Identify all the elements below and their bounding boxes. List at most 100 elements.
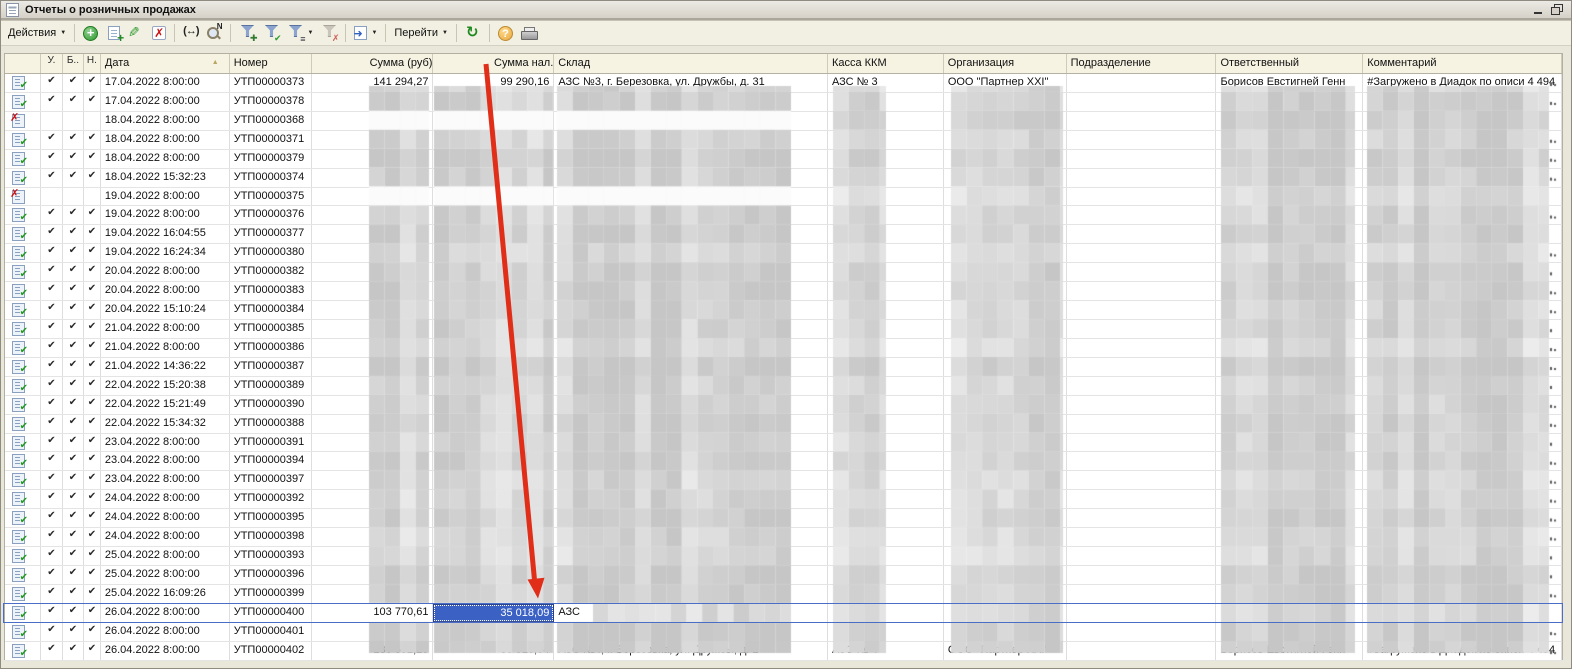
cell-b: ✔ (63, 339, 84, 357)
filter-history-button[interactable]: ≡▼ (283, 22, 317, 44)
cell-n: ✔ (84, 528, 101, 546)
minimize-button[interactable] (1533, 4, 1545, 15)
cell-comm[interactable] (1363, 604, 1562, 622)
column-header-sum[interactable]: Сумма (руб) (312, 54, 434, 73)
table-header-row: У. Б..Н.Дата▲ Номер Сумма (руб)Сумма нал.Ск… (5, 54, 1562, 74)
column-header-label: Номер (234, 57, 268, 69)
cell-org (944, 547, 1067, 565)
cell-icon: ✔ (5, 301, 41, 319)
table-row[interactable]: ✔✔✔✔25.04.2022 8:00:00УТП00000393 (5, 547, 1562, 566)
chevron-down-icon: ▼ (442, 30, 448, 36)
table-row[interactable]: ✔✔✔✔20.04.2022 8:00:00УТП00000382 (5, 263, 1562, 282)
cell-b: ✔ (63, 377, 84, 395)
add-button[interactable] (79, 22, 102, 44)
table-row[interactable]: ✔✔✔✔20.04.2022 8:00:00УТП00000383 (5, 282, 1562, 301)
table-row[interactable]: ✔✔✔✔18.04.2022 15:32:23УТП00000374 (5, 169, 1562, 188)
cell-date[interactable]: 26.04.2022 8:00:00 (101, 604, 230, 622)
table-row[interactable]: ✔✔✔✔17.04.2022 8:00:00УТП00000373141 294… (5, 74, 1562, 93)
column-header-resp[interactable]: Ответственный (1216, 54, 1363, 73)
column-header-num[interactable]: Номер (230, 54, 312, 73)
cell-sklad[interactable]: АЗС (554, 604, 828, 622)
column-header-kassa[interactable]: Касса ККМ (828, 54, 944, 73)
cell-resp (1216, 301, 1363, 319)
actions-menu-button[interactable]: Действия▼ (4, 22, 70, 44)
cell-org (944, 301, 1067, 319)
filter-off-button[interactable]: ✗ (317, 22, 341, 44)
cell-comm (1363, 282, 1562, 300)
table-row[interactable]: ✔✔✔✔23.04.2022 8:00:00УТП00000394 (5, 452, 1562, 471)
cell-org[interactable] (944, 604, 1067, 622)
cell-podr[interactable] (1067, 604, 1217, 622)
restore-button[interactable] (1551, 4, 1563, 15)
selected-cell[interactable]: 35 018,09 (433, 604, 554, 622)
column-header-sklad[interactable]: Склад (554, 54, 828, 73)
cell-n[interactable]: ✔ (84, 604, 101, 622)
table-row[interactable]: ✔✔✔✔22.04.2022 15:20:38УТП00000389 (5, 377, 1562, 396)
cell-sum[interactable]: 103 770,61 (312, 604, 434, 622)
goto-menu-button[interactable]: Перейти▼ (390, 22, 452, 44)
table-row[interactable]: ✔✔✔✔18.04.2022 8:00:00УТП00000379 (5, 150, 1562, 169)
cell-sklad (554, 206, 828, 224)
table-row[interactable]: ✔✔✔✔19.04.2022 8:00:00УТП00000376 (5, 206, 1562, 225)
table-row[interactable]: ✔✔✔✔18.04.2022 8:00:00УТП00000371 (5, 131, 1562, 150)
cell-icon[interactable]: ✔ (5, 604, 41, 622)
delete-button[interactable] (148, 22, 170, 44)
column-header-date[interactable]: Дата▲ (101, 54, 230, 73)
toolbar-separator (74, 24, 75, 42)
column-header-b[interactable]: Б.. (63, 54, 84, 73)
cell-kassa (828, 339, 944, 357)
column-header-u[interactable]: У. (41, 54, 63, 73)
column-header-label: У. (48, 55, 56, 66)
cell-sklad (554, 566, 828, 584)
table-row[interactable]: ✔✔✔✔17.04.2022 8:00:00УТП00000378 (5, 93, 1562, 112)
column-header-org[interactable]: Организация (944, 54, 1067, 73)
table-row[interactable]: ✔✔✔✔26.04.2022 8:00:00УТП00000401 (5, 623, 1562, 642)
table-row[interactable]: ✔✔✔✔25.04.2022 16:09:26УТП00000399 (5, 585, 1562, 604)
column-header-n[interactable]: Н. (84, 54, 101, 73)
column-header-podr[interactable]: Подразделение (1067, 54, 1217, 73)
table-row[interactable]: ✗19.04.2022 8:00:00УТП00000375 (5, 188, 1562, 207)
table-row[interactable]: ✔✔✔✔25.04.2022 8:00:00УТП00000396 (5, 566, 1562, 585)
column-header-comm[interactable]: Комментарий (1363, 54, 1562, 73)
cell-num: УТП00000397 (230, 471, 312, 489)
table-row[interactable]: ✔✔✔✔24.04.2022 8:00:00УТП00000398 (5, 528, 1562, 547)
doc-posted-icon: ✔ (12, 171, 25, 184)
table-row[interactable]: ✔✔✔✔21.04.2022 14:36:22УТП00000387 (5, 358, 1562, 377)
table-row[interactable]: ✔✔✔✔26.04.2022 8:00:00УТП00000400103 770… (5, 604, 1562, 623)
cell-comm (1363, 150, 1562, 168)
table-row[interactable]: ✔✔✔✔19.04.2022 16:04:55УТП00000377 (5, 225, 1562, 244)
table-row[interactable]: ✔✔✔✔22.04.2022 15:34:32УТП00000388 (5, 415, 1562, 434)
table-row[interactable]: ✔✔✔✔26.04.2022 8:00:00УТП00000402136 552… (5, 642, 1562, 661)
table-row[interactable]: ✔✔✔✔22.04.2022 15:21:49УТП00000390 (5, 396, 1562, 415)
cell-n: ✔ (84, 471, 101, 489)
table-row[interactable]: ✗18.04.2022 8:00:00УТП00000368 (5, 112, 1562, 131)
cell-b[interactable]: ✔ (63, 604, 84, 622)
cell-podr (1067, 301, 1217, 319)
table-row[interactable]: ✔✔✔✔19.04.2022 16:24:34УТП00000380 (5, 244, 1562, 263)
refresh-button[interactable] (461, 22, 485, 44)
cell-resp[interactable] (1216, 604, 1363, 622)
cell-kassa[interactable] (828, 604, 944, 622)
cell-n: ✔ (84, 585, 101, 603)
column-header-cash[interactable]: Сумма нал. (433, 54, 554, 73)
table-row[interactable]: ✔✔✔✔21.04.2022 8:00:00УТП00000386 (5, 339, 1562, 358)
find-by-number-button[interactable]: N (202, 22, 226, 44)
table-row[interactable]: ✔✔✔✔23.04.2022 8:00:00УТП00000397 (5, 471, 1562, 490)
cell-num[interactable]: УТП00000400 (230, 604, 312, 622)
copy-button[interactable] (102, 22, 124, 44)
table-row[interactable]: ✔✔✔✔24.04.2022 8:00:00УТП00000392 (5, 490, 1562, 509)
table-row[interactable]: ✔✔✔✔20.04.2022 15:10:24УТП00000384 (5, 301, 1562, 320)
filter-by-value-button[interactable]: ✔ (259, 22, 283, 44)
help-button[interactable] (494, 22, 517, 44)
cell-u[interactable]: ✔ (41, 604, 63, 622)
output-list-button[interactable]: ▼ (350, 22, 381, 44)
column-header-icon[interactable] (5, 54, 41, 73)
set-interval-button[interactable]: (↔) (179, 22, 202, 44)
print-button[interactable] (517, 22, 540, 44)
cell-b: ✔ (63, 206, 84, 224)
filter-and-sort-button[interactable]: ✚ (235, 22, 259, 44)
table-row[interactable]: ✔✔✔✔21.04.2022 8:00:00УТП00000385 (5, 320, 1562, 339)
table-row[interactable]: ✔✔✔✔24.04.2022 8:00:00УТП00000395 (5, 509, 1562, 528)
table-row[interactable]: ✔✔✔✔23.04.2022 8:00:00УТП00000391 (5, 434, 1562, 453)
edit-button[interactable] (124, 22, 148, 44)
